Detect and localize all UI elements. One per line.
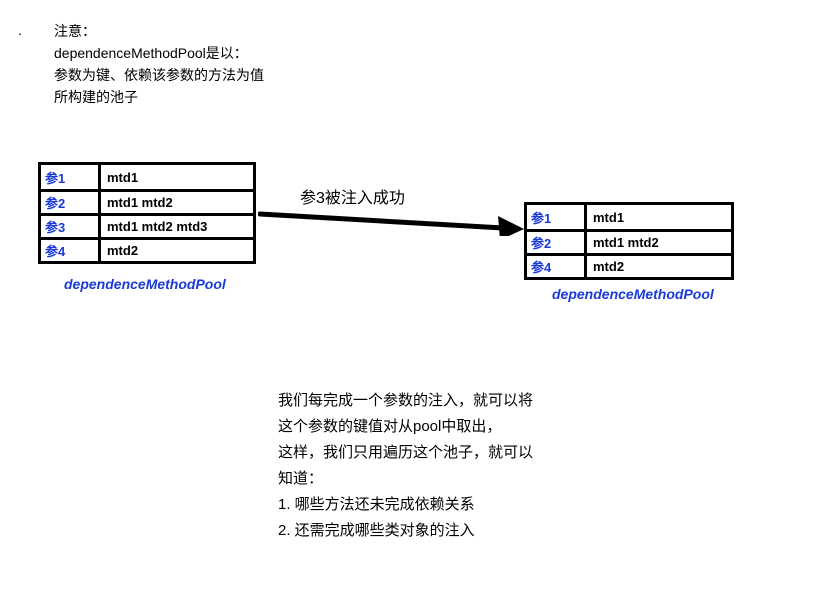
table-row: 参4 mtd2 [527,253,731,277]
cell-key: 参2 [41,192,101,213]
table-row: 参1 mtd1 [527,205,731,229]
intro-line-4: 所构建的池子 [54,86,264,108]
cell-val: mtd2 [101,240,253,261]
description-block: 我们每完成一个参数的注入，就可以将 这个参数的键值对从pool中取出， 这样，我… [278,388,533,544]
cell-val: mtd2 [587,256,731,277]
arrow-label: 参3被注入成功 [300,184,405,208]
table-row: 参2 mtd1 mtd2 [527,229,731,253]
cell-key: 参2 [527,232,587,253]
desc-line-2: 这个参数的键值对从pool中取出， [278,414,533,440]
cell-val: mtd1 [101,165,253,189]
table-row: 参4 mtd2 [41,237,253,261]
intro-line-3: 参数为键、依赖该参数的方法为值 [54,64,264,86]
right-table-caption: dependenceMethodPool [552,286,714,302]
intro-line-1: 注意： [54,20,264,42]
desc-line-1: 我们每完成一个参数的注入，就可以将 [278,388,533,414]
cell-key: 参1 [527,205,587,229]
desc-line-6: 2. 还需完成哪些类对象的注入 [278,518,533,544]
cell-key: 参4 [527,256,587,277]
left-table-caption: dependenceMethodPool [64,276,226,292]
right-pool-table: 参1 mtd1 参2 mtd1 mtd2 参4 mtd2 [524,202,734,280]
left-pool-table: 参1 mtd1 参2 mtd1 mtd2 参3 mtd1 mtd2 mtd3 参… [38,162,256,264]
bullet-dot: . [18,22,22,38]
cell-key: 参1 [41,165,101,189]
intro-line-2: dependenceMethodPool是以： [54,42,264,64]
cell-val: mtd1 mtd2 [587,232,731,253]
table-row: 参3 mtd1 mtd2 mtd3 [41,213,253,237]
desc-line-5: 1. 哪些方法还未完成依赖关系 [278,492,533,518]
arrow-icon [258,206,524,236]
table-row: 参2 mtd1 mtd2 [41,189,253,213]
intro-text-block: 注意： dependenceMethodPool是以： 参数为键、依赖该参数的方… [54,20,264,108]
desc-line-3: 这样，我们只用遍历这个池子，就可以 [278,440,533,466]
cell-val: mtd1 mtd2 mtd3 [101,216,253,237]
cell-val: mtd1 [587,205,731,229]
cell-key: 参3 [41,216,101,237]
table-row: 参1 mtd1 [41,165,253,189]
cell-val: mtd1 mtd2 [101,192,253,213]
cell-key: 参4 [41,240,101,261]
desc-line-4: 知道： [278,466,533,492]
